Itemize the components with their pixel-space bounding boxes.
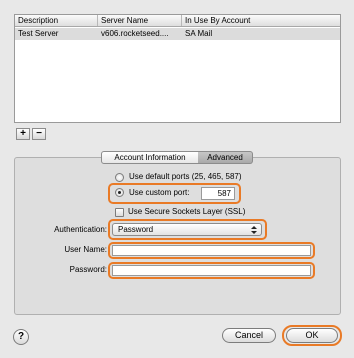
ssl-checkbox[interactable] [115,208,124,217]
server-table: Description Server Name In Use By Accoun… [14,14,341,123]
authentication-label: Authentication: [54,225,107,234]
remove-server-button[interactable]: − [32,128,46,140]
ok-button[interactable]: OK [286,328,338,343]
user-name-field[interactable] [112,245,311,256]
table-row[interactable]: Test Server v606.rocketseed.... SA Mail [15,28,340,40]
custom-port-input[interactable] [201,187,235,200]
select-arrows-icon [250,224,258,236]
ssl-label: Use Secure Sockets Layer (SSL) [128,207,246,216]
add-server-button[interactable]: + [16,128,30,140]
cell-server-name: v606.rocketseed.... [101,29,169,38]
password-field[interactable] [112,265,311,276]
default-ports-radio[interactable] [115,173,124,182]
cell-in-use-by: SA Mail [185,29,213,38]
column-header-description[interactable]: Description [15,15,98,26]
custom-port-radio[interactable] [115,188,124,197]
cell-description: Test Server [18,29,59,38]
authentication-selected-value: Password [118,225,154,234]
authentication-select[interactable]: Password [112,223,262,236]
password-label: Password: [69,265,107,274]
column-header-in-use-by[interactable]: In Use By Account [182,15,340,26]
tab-advanced[interactable]: Advanced [198,151,253,164]
table-header: Description Server Name In Use By Accoun… [15,15,340,27]
column-header-server-name[interactable]: Server Name [98,15,182,26]
help-button[interactable]: ? [13,329,29,345]
custom-port-label: Use custom port: [129,188,190,197]
tab-account-information[interactable]: Account Information [101,151,199,164]
user-name-label: User Name: [64,245,107,254]
cancel-button[interactable]: Cancel [222,328,276,343]
default-ports-label: Use default ports (25, 465, 587) [129,172,242,181]
